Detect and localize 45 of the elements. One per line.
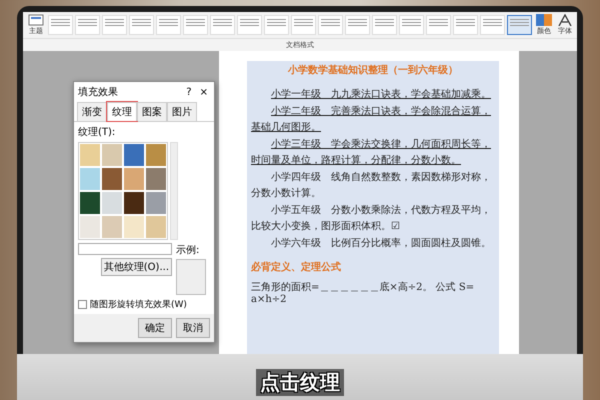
texture-swatch[interactable] bbox=[102, 216, 122, 238]
texture-swatch[interactable] bbox=[80, 216, 100, 238]
other-textures-button[interactable]: 其他纹理(O)... bbox=[100, 258, 172, 276]
close-button[interactable]: × bbox=[198, 86, 210, 98]
texture-swatch[interactable] bbox=[80, 168, 100, 190]
help-button[interactable]: ? bbox=[184, 86, 194, 98]
texture-swatch[interactable] bbox=[124, 216, 144, 238]
tab[interactable]: 纹理 bbox=[107, 102, 137, 121]
video-caption: 点击纹理 bbox=[256, 369, 344, 396]
paragraph: 小学四年级 线角自然数整数，素因数梯形对称，分数小数计算。 bbox=[251, 170, 492, 201]
tab[interactable]: 图片 bbox=[167, 102, 197, 121]
texture-label: 纹理(T): bbox=[78, 126, 116, 139]
texture-swatch[interactable] bbox=[80, 192, 100, 214]
texture-swatch[interactable] bbox=[102, 192, 122, 214]
paragraph: 小学五年级 分数小数乘除法，代数方程及平均，比较大小变换，图形面积体积。☑ bbox=[251, 204, 492, 234]
checkbox-label: 随图形旋转填充效果(W) bbox=[90, 298, 187, 311]
paragraph: 小学一年级 九九乘法口诀表，学会基础加减乘。 bbox=[270, 88, 492, 102]
texture-swatch[interactable] bbox=[146, 144, 166, 166]
texture-swatch[interactable] bbox=[124, 192, 144, 214]
scrollbar[interactable] bbox=[170, 142, 178, 240]
section-heading: 必背定义、定理公式 bbox=[251, 260, 342, 274]
paragraph: 小学二年级 完善乘法口诀表，学会除混合运算，基础几何图形。 bbox=[251, 104, 492, 135]
dialog-button[interactable]: 确定 bbox=[138, 318, 172, 338]
checkbox[interactable] bbox=[78, 300, 87, 309]
texture-swatch[interactable] bbox=[146, 168, 166, 190]
texture-swatch[interactable] bbox=[102, 168, 122, 190]
color-swatches-icon bbox=[536, 14, 552, 26]
style-thumbnail[interactable] bbox=[507, 15, 532, 35]
tab[interactable]: 渐变 bbox=[77, 102, 107, 121]
document-title: 小学数学基础知识整理（一到六年级） bbox=[286, 63, 459, 77]
paragraph: 小学三年级 学会乘法交换律，几何面积周长等，时间量及单位，路程计算，分配律，分数小数。 bbox=[251, 138, 492, 168]
texture-swatch[interactable] bbox=[146, 192, 166, 214]
preview-label: 示例: bbox=[176, 244, 200, 257]
preview-box bbox=[176, 259, 206, 295]
tab[interactable]: 图案 bbox=[137, 102, 167, 121]
paragraph: 小学六年级 比例百分比概率，圆面圆柱及圆锥。 bbox=[270, 236, 492, 250]
dialog-title: 填充效果 bbox=[78, 86, 119, 99]
font-letter-icon bbox=[558, 14, 572, 26]
formula-text: 三角形的面积=＿＿＿＿＿＿底×高÷2。 公式 S= a×h÷2 bbox=[251, 280, 476, 305]
texture-swatch[interactable] bbox=[102, 144, 122, 166]
texture-swatch[interactable] bbox=[80, 144, 100, 166]
texture-swatch[interactable] bbox=[124, 168, 144, 190]
texture-swatch[interactable] bbox=[124, 144, 144, 166]
texture-swatch[interactable] bbox=[146, 216, 166, 238]
dialog-button[interactable]: 取消 bbox=[176, 318, 210, 338]
